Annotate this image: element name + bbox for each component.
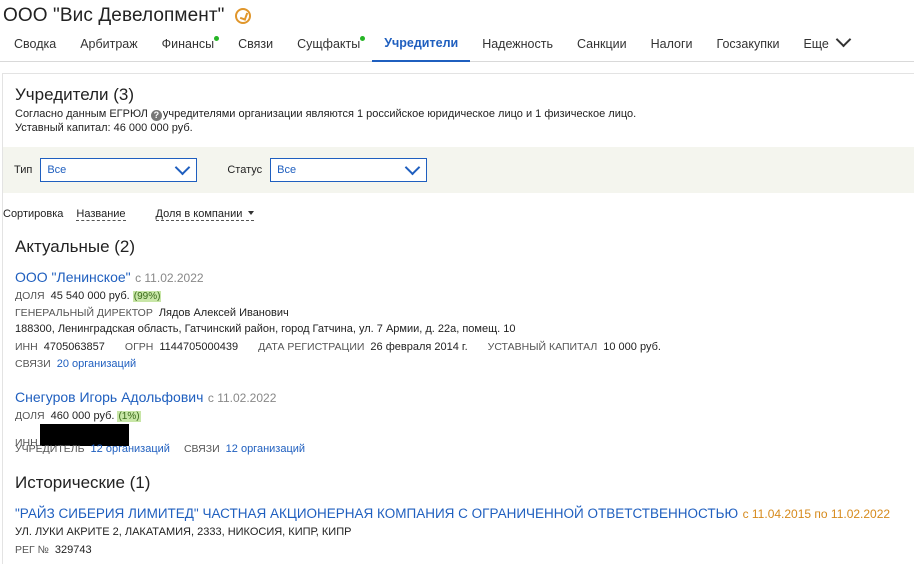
founder-person-share-row: ДОЛЯ 460 000 руб. (1%)	[15, 410, 141, 422]
founder-org-share-row: ДОЛЯ 45 540 000 руб. (99%)	[15, 290, 162, 302]
tab-label: Финансы	[161, 37, 215, 51]
tab-label: Связи	[238, 37, 274, 51]
links-count-link[interactable]: 20 организаций	[57, 358, 136, 370]
founder-org-header: ООО "Ленинское" с 11.02.2022	[15, 269, 204, 287]
status-icon[interactable]	[234, 8, 251, 24]
founders-title: Учредители (3)	[15, 85, 135, 104]
tab-more[interactable]: Еще	[791, 29, 860, 61]
founder-org-address: 188300, Ленинградская область, Гатчински…	[15, 323, 516, 335]
tab-reliability[interactable]: Надежность	[470, 29, 565, 61]
share-percent-badge: (1%)	[117, 411, 141, 422]
tab-summary[interactable]: Сводка	[2, 29, 68, 61]
reg-date-label: ДАТА РЕГИСТРАЦИИ	[258, 341, 365, 353]
share-value: 460 000 руб.	[50, 410, 115, 422]
caret-down-icon	[248, 211, 255, 215]
founder-person-link[interactable]: Снегуров Игорь Адольфович	[15, 389, 203, 405]
tab-finance[interactable]: Финансы	[150, 29, 226, 61]
reg-date-value: 26 февраля 2014 г.	[370, 341, 468, 353]
new-indicator-dot	[360, 36, 366, 41]
tab-label: Сущфакты	[297, 37, 361, 51]
tab-procurement[interactable]: Госзакупки	[705, 29, 792, 61]
share-value: 45 540 000 руб.	[50, 290, 130, 302]
founder-person-since: с 11.02.2022	[207, 391, 277, 405]
founder-of-link[interactable]: 12 организаций	[91, 443, 170, 455]
director-value: Лядов Алексей Иванович	[158, 307, 289, 319]
filter-bar: Тип Все Статус Все	[3, 147, 914, 193]
tab-taxes[interactable]: Налоги	[639, 29, 705, 61]
tab-arbitration[interactable]: Арбитраж	[68, 29, 149, 61]
founders-info-text: учредителями организации являются 1 росс…	[162, 108, 637, 120]
founder-org-links-row: СВЯЗИ 20 организаций	[15, 358, 136, 370]
historical-org-period: с 11.04.2015 по 11.02.2022	[742, 507, 891, 521]
sort-label: Сортировка	[3, 208, 64, 220]
reg-number-label: РЕГ №	[15, 544, 49, 556]
founder-person-header: Снегуров Игорь Адольфович с 11.02.2022	[15, 389, 276, 407]
ogrn-label: ОГРН	[124, 341, 154, 353]
tab-links[interactable]: Связи	[226, 29, 285, 61]
sort-row: Сортировка Название Доля в компании	[3, 208, 255, 221]
links-label: СВЯЗИ	[15, 358, 51, 370]
share-label: ДОЛЯ	[15, 290, 45, 302]
current-founders-title: Актуальные (2)	[15, 237, 136, 256]
status-select-value: Все	[277, 164, 297, 176]
founder-org-director-row: ГЕНЕРАЛЬНЫЙ ДИРЕКТОР Лядов Алексей Ивано…	[15, 307, 289, 319]
address-value: 188300, Ленинградская область, Гатчински…	[15, 323, 516, 335]
new-indicator-dot	[214, 36, 220, 41]
chevron-down-icon	[404, 159, 421, 175]
address-value: УЛ. ЛУКИ АКРИТЕ 2, ЛАКАТАМИЯ, 2333, НИКО…	[15, 526, 352, 538]
tab-label: Сводка	[14, 37, 57, 51]
tab-label: Еще	[803, 37, 829, 51]
founder-org-link[interactable]: ООО "Ленинское"	[15, 269, 131, 285]
founder-person-links-row: УЧРЕДИТЕЛЬ 12 организаций СВЯЗИ 12 орган…	[15, 443, 305, 455]
tab-facts[interactable]: Сущфакты	[285, 29, 372, 61]
share-label: ДОЛЯ	[15, 410, 45, 422]
share-percent-badge: (99%)	[132, 291, 162, 302]
capital-label: УСТАВНЫЙ КАПИТАЛ	[487, 341, 598, 353]
tab-sanctions[interactable]: Санкции	[565, 29, 639, 61]
capital-value: 10 000 руб.	[603, 341, 661, 353]
charter-capital-text: Уставный капитал: 46 000 000 руб.	[15, 122, 193, 134]
sort-by-name[interactable]: Название	[76, 208, 126, 221]
historical-org-header: "РАЙЗ СИБЕРИЯ ЛИМИТЕД" ЧАСТНАЯ АКЦИОНЕРН…	[15, 505, 890, 523]
founders-panel: Учредители (3) Согласно данным ЕГРЮЛ ? уч…	[2, 73, 914, 564]
type-select[interactable]: Все	[40, 158, 198, 182]
tab-label: Учредители	[384, 36, 459, 50]
director-label: ГЕНЕРАЛЬНЫЙ ДИРЕКТОР	[15, 307, 153, 319]
links-label: СВЯЗИ	[183, 443, 220, 455]
help-icon[interactable]: ?	[150, 110, 162, 121]
tab-label: Госзакупки	[716, 37, 780, 51]
inn-value: 4705063857	[43, 341, 105, 353]
founder-org-since: с 11.02.2022	[135, 271, 204, 285]
sort-by-share[interactable]: Доля в компании	[155, 208, 255, 221]
historical-founders-title: Исторические (1)	[15, 473, 151, 492]
tab-bar: Сводка Арбитраж Финансы Связи Сущфакты У…	[0, 30, 914, 62]
founder-org-requisites-row: ИНН 4705063857 ОГРН 1144705000439 ДАТА Р…	[15, 341, 661, 353]
founders-info-line: Согласно данным ЕГРЮЛ ? учредителями орга…	[15, 107, 636, 121]
tab-founders[interactable]: Учредители	[372, 30, 471, 62]
reg-number-value: 329743	[54, 544, 92, 556]
founders-info-source: Согласно данным ЕГРЮЛ	[15, 108, 148, 120]
status-filter-label: Статус	[227, 164, 263, 176]
chevron-down-icon	[175, 159, 191, 175]
historical-org-address: УЛ. ЛУКИ АКРИТЕ 2, ЛАКАТАМИЯ, 2333, НИКО…	[15, 526, 351, 538]
tab-label: Санкции	[577, 37, 627, 51]
tab-label: Надежность	[482, 37, 553, 51]
founder-of-label: УЧРЕДИТЕЛЬ	[15, 443, 85, 455]
historical-org-reg-row: РЕГ № 329743	[15, 544, 92, 556]
chevron-down-icon	[835, 31, 852, 48]
inn-label: ИНН	[15, 341, 38, 353]
status-select[interactable]: Все	[270, 158, 428, 182]
type-select-value: Все	[47, 164, 67, 176]
company-header: ООО "Вис Девелопмент"	[0, 0, 914, 30]
ogrn-value: 1144705000439	[159, 341, 239, 353]
tab-label: Налоги	[650, 37, 693, 51]
tab-label: Арбитраж	[80, 37, 138, 51]
company-title: ООО "Вис Девелопмент"	[3, 5, 225, 26]
type-filter-label: Тип	[14, 164, 33, 176]
links-count-link[interactable]: 12 организаций	[226, 443, 305, 455]
historical-org-link[interactable]: "РАЙЗ СИБЕРИЯ ЛИМИТЕД" ЧАСТНАЯ АКЦИОНЕРН…	[15, 506, 738, 521]
sort-by-share-label: Доля в компании	[155, 208, 243, 220]
